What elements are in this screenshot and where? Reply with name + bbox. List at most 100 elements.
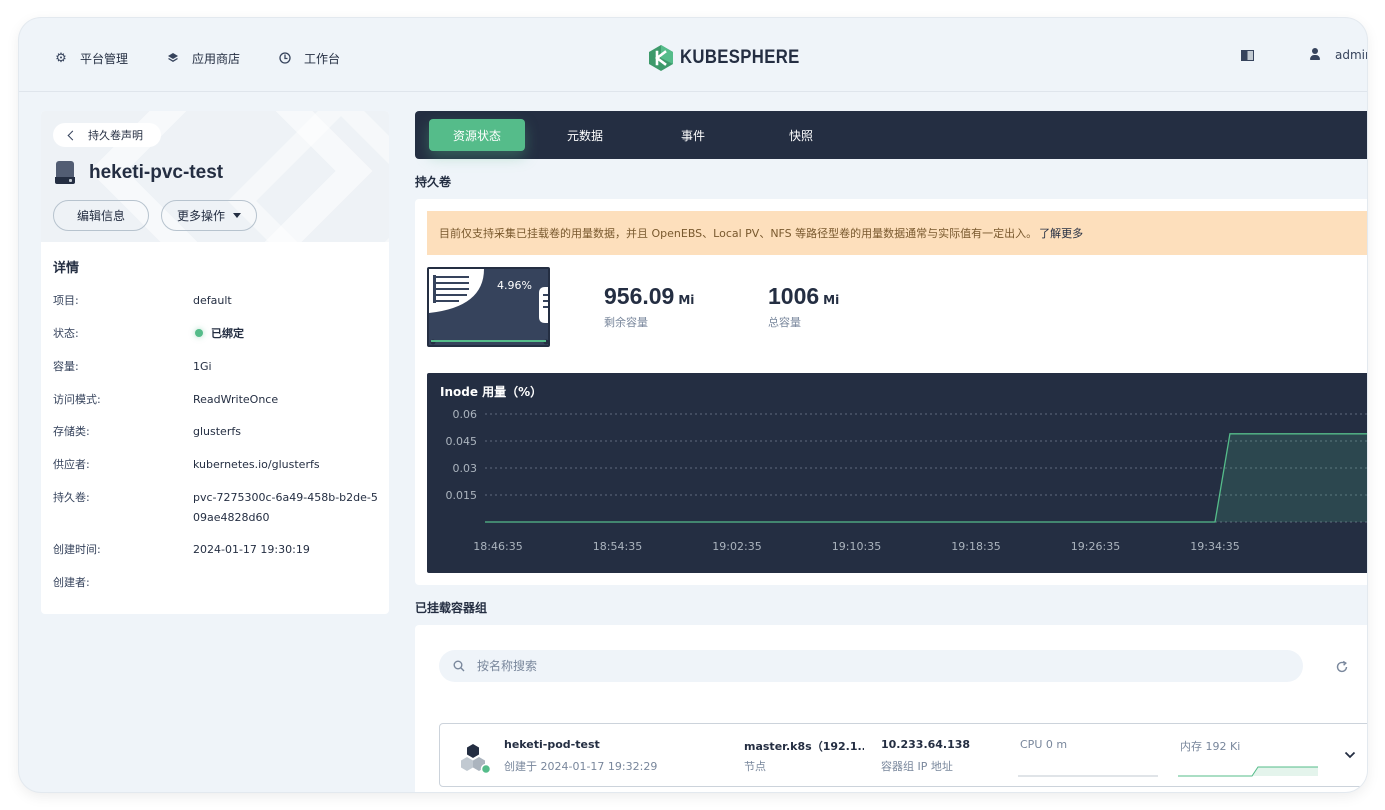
mounted-pods-card: heketi-pod-test 创建于 2024-01-17 19:32:29 … — [415, 625, 1367, 792]
total-capacity: 1006 Mi 总容量 — [768, 283, 839, 330]
tab-resource-status[interactable]: 资源状态 — [429, 119, 525, 151]
y-tick-label: 0.045 — [446, 435, 478, 448]
edit-info-label: 编辑信息 — [76, 209, 125, 223]
nav-platform-management[interactable]: ⚙ 平台管理 — [54, 48, 128, 68]
inode-usage-chart: Inode 用量（%） 0.06 0.045 0.03 0.015 18:46:35 18… — [427, 373, 1367, 573]
user-icon — [1309, 48, 1321, 62]
pvc-detail-card: 持久卷声明 heketi-pvc-test 编辑信息 更多操作 详情 项目: d… — [41, 111, 389, 614]
usage-percent: 4.96% — [497, 279, 532, 292]
gear-icon: ⚙ — [55, 50, 67, 66]
detail-key: 持久卷: — [53, 491, 90, 504]
chevron-left-icon — [67, 130, 78, 140]
notice-text: 目前仅支持采集已挂载卷的用量数据，并且 OpenEBS、Local PV、NFS… — [439, 227, 1038, 240]
gauge-fill — [431, 340, 546, 342]
pvc-header: 持久卷声明 heketi-pvc-test 编辑信息 更多操作 — [41, 111, 389, 242]
more-actions-label: 更多操作 — [176, 209, 225, 223]
detail-value: 2024-01-17 19:30:19 — [193, 543, 310, 556]
pod-search-box — [439, 650, 1303, 682]
kubesphere-logo[interactable]: KUBESPHERE — [648, 44, 816, 72]
back-to-pvc-list-button[interactable]: 持久卷声明 — [53, 123, 161, 147]
remaining-value: 956.09 — [604, 283, 675, 309]
detail-row-pv: 持久卷: pvc-7275300c-6a49-458b-b2de-509ae48… — [53, 488, 383, 528]
kubesphere-logo-icon — [649, 45, 673, 71]
learn-more-link[interactable]: 了解更多 — [1039, 225, 1083, 241]
detail-row-status: 状态: 已绑定 — [53, 324, 383, 344]
dashboard-icon — [278, 51, 292, 65]
pv-section-title: 持久卷 — [415, 175, 452, 189]
x-tick-label: 19:26:35 — [1071, 540, 1120, 553]
detail-value[interactable]: glusterfs — [193, 422, 379, 442]
pvc-title: heketi-pvc-test — [55, 161, 223, 185]
pod-ip-label: 容器组 IP 地址 — [881, 760, 953, 773]
detail-value: 1Gi — [193, 360, 212, 373]
tab-metadata[interactable]: 元数据 — [537, 119, 633, 151]
nav-app-store[interactable]: 应用商店 — [166, 48, 240, 68]
detail-value — [193, 573, 379, 593]
user-name: admin — [1335, 48, 1367, 62]
pod-node-label: 节点 — [744, 760, 766, 773]
caret-down-icon — [233, 213, 241, 218]
x-tick-label: 19:10:35 — [832, 540, 881, 553]
details-title: 详情 — [53, 261, 80, 276]
top-nav: ⚙ 平台管理 应用商店 工作台 KUBESPHERE admi — [19, 18, 1367, 92]
remaining-label: 剩余容量 — [604, 316, 648, 329]
status-dot — [195, 329, 203, 337]
detail-value: ReadWriteOnce — [193, 393, 279, 406]
detail-key: 创建者: — [53, 576, 90, 589]
detail-row-project: 项目: default — [53, 291, 383, 311]
disk-icon — [55, 161, 75, 185]
detail-row-provisioner: 供应者: kubernetes.io/glusterfs — [53, 455, 383, 475]
detail-key: 创建时间: — [53, 543, 101, 556]
logo-text: KUBESPHERE — [680, 47, 800, 68]
pv-card: 目前仅支持采集已挂载卷的用量数据，并且 OpenEBS、Local PV、NFS… — [415, 199, 1367, 585]
detail-row-creator: 创建者: — [53, 573, 383, 593]
status-text: 已绑定 — [211, 327, 244, 340]
x-tick-label: 19:18:35 — [951, 540, 1000, 553]
edit-info-button[interactable]: 编辑信息 — [53, 200, 149, 231]
x-tick-label: 18:46:35 — [473, 540, 522, 553]
pod-search-input[interactable] — [477, 659, 1257, 673]
pod-node[interactable]: master.k8s（192.1... — [744, 738, 864, 754]
y-tick-label: 0.015 — [446, 489, 478, 502]
tab-snapshots[interactable]: 快照 — [753, 119, 849, 151]
pod-cpu: CPU 0 m — [1020, 738, 1068, 751]
detail-row-capacity: 容量: 1Gi — [53, 357, 383, 377]
detail-key: 存储类: — [53, 425, 90, 438]
cpu-sparkline — [1018, 775, 1158, 777]
total-label: 总容量 — [768, 316, 801, 329]
detail-row-storage-class: 存储类: glusterfs — [53, 422, 383, 442]
pvc-name: heketi-pvc-test — [89, 162, 224, 183]
series-area — [485, 433, 1367, 522]
nav-workbench-label: 工作台 — [304, 51, 341, 66]
app-window: ⚙ 平台管理 应用商店 工作台 KUBESPHERE admi 持久卷声明 he… — [19, 18, 1367, 792]
notification-icon[interactable] — [1241, 50, 1254, 64]
chevron-down-icon[interactable] — [1344, 749, 1356, 761]
detail-value: kubernetes.io/glusterfs — [193, 458, 320, 471]
x-tick-label: 19:34:35 — [1190, 540, 1239, 553]
detail-value-status: 已绑定 — [193, 324, 379, 344]
detail-value[interactable]: pvc-7275300c-6a49-458b-b2de-509ae4828d60 — [193, 488, 379, 528]
back-label: 持久卷声明 — [88, 129, 143, 142]
memory-sparkline — [1178, 766, 1318, 777]
pod-icon — [461, 744, 492, 775]
detail-value[interactable]: default — [193, 291, 379, 311]
pod-memory: 内存 192 Ki — [1180, 740, 1241, 753]
nav-platform-label: 平台管理 — [80, 51, 129, 66]
tab-events[interactable]: 事件 — [645, 119, 741, 151]
pod-row[interactable]: heketi-pod-test 创建于 2024-01-17 19:32:29 … — [439, 723, 1367, 787]
remaining-unit: Mi — [678, 293, 695, 307]
remaining-capacity: 956.09 Mi 剩余容量 — [604, 283, 694, 330]
refresh-icon[interactable] — [1335, 660, 1349, 674]
user-menu[interactable]: admin — [1309, 48, 1367, 62]
more-actions-button[interactable]: 更多操作 — [161, 200, 257, 231]
pod-name[interactable]: heketi-pod-test — [504, 738, 600, 751]
usage-gauge: 4.96% — [427, 267, 550, 347]
x-tick-label: 19:02:35 — [712, 540, 761, 553]
nav-appstore-label: 应用商店 — [192, 51, 241, 66]
detail-key: 项目: — [53, 294, 79, 307]
nav-workbench[interactable]: 工作台 — [278, 48, 340, 68]
x-tick-label: 18:54:35 — [593, 540, 642, 553]
tab-label: 快照 — [788, 128, 813, 143]
detail-key: 容量: — [53, 360, 79, 373]
tab-label: 事件 — [680, 128, 705, 143]
